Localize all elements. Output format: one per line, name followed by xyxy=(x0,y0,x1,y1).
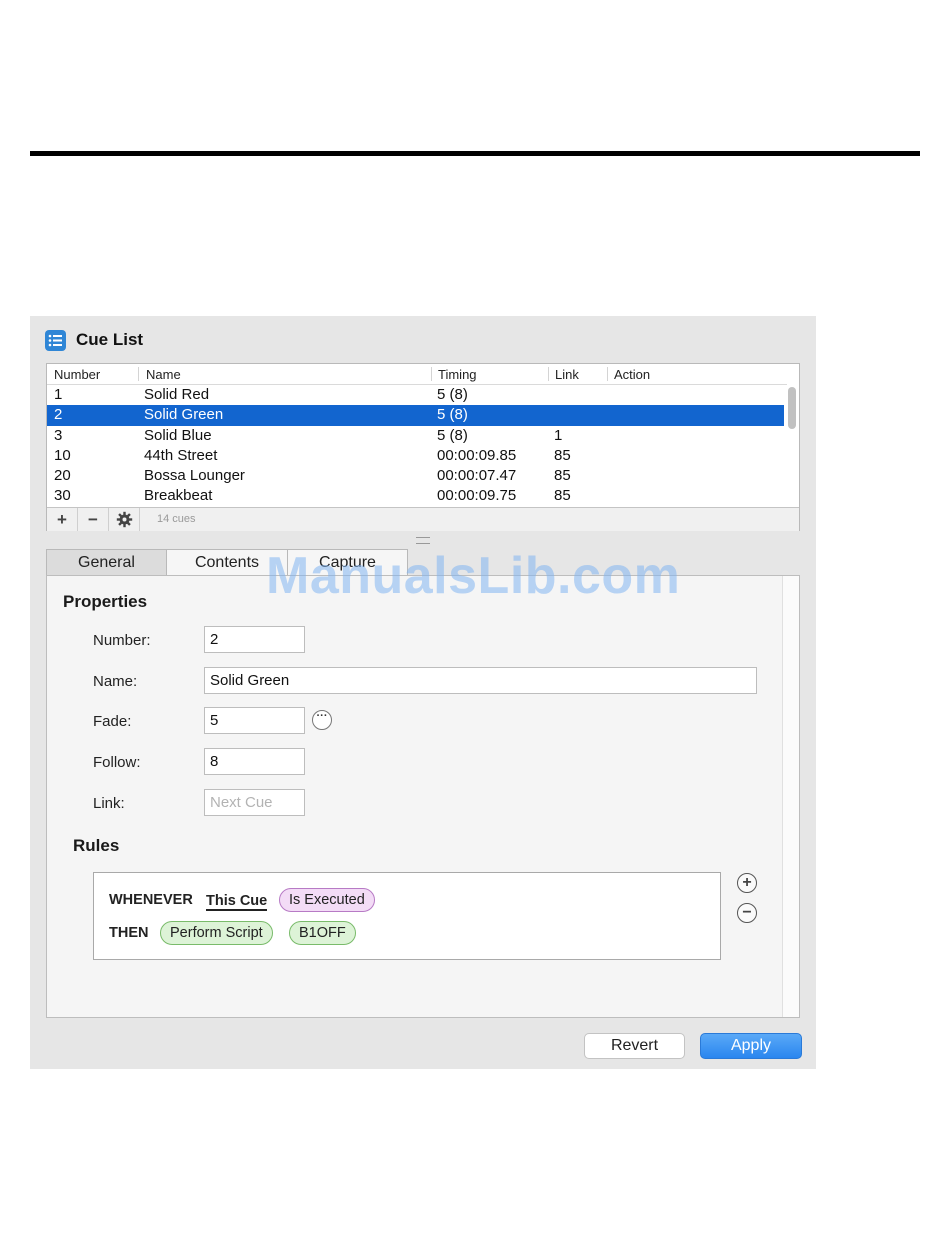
column-header-link[interactable]: Link xyxy=(555,367,579,382)
cell-number: 1 xyxy=(54,386,63,403)
table-row[interactable]: 10 44th Street 00:00:09.85 85 xyxy=(47,446,784,466)
column-header-timing[interactable]: Timing xyxy=(438,367,477,382)
cell-number: 2 xyxy=(54,406,63,424)
fade-label: Fade: xyxy=(93,713,132,730)
cue-table[interactable]: Number Name Timing Link Action 1 Solid R… xyxy=(46,363,800,531)
split-view-handle[interactable] xyxy=(416,537,430,544)
number-label: Number: xyxy=(93,632,151,649)
cue-count: 14 cues xyxy=(157,513,196,525)
properties-pane: Properties Number: 2 Name: Solid Green F… xyxy=(46,575,800,1018)
cell-name: Solid Blue xyxy=(144,426,212,444)
cell-name: Solid Red xyxy=(144,386,210,403)
tab-contents[interactable]: Contents xyxy=(166,549,288,576)
then-keyword: THEN xyxy=(109,925,149,941)
remove-cue-button[interactable]: − xyxy=(78,508,109,531)
list-icon xyxy=(45,329,66,351)
column-header-action[interactable]: Action xyxy=(614,367,650,382)
add-cue-button[interactable]: + xyxy=(47,508,78,531)
cell-timing: 00:00:09.75 xyxy=(437,487,517,505)
column-header-name[interactable]: Name xyxy=(146,367,181,382)
cue-list-panel: Cue List Number Name Timing Link Action … xyxy=(30,316,816,1069)
cell-number: 10 xyxy=(54,446,71,464)
cell-timing: 5 (8) xyxy=(437,386,468,403)
link-label: Link: xyxy=(93,795,125,812)
table-footer: + − 14 cues xyxy=(47,507,799,531)
table-body: 1 Solid Red 5 (8) 2 Solid Green 5 (8) 3 … xyxy=(47,385,784,507)
panel-header: Cue List xyxy=(45,328,143,352)
column-divider xyxy=(548,367,549,381)
cell-number: 30 xyxy=(54,487,71,505)
rule-subject[interactable]: This Cue xyxy=(206,893,268,911)
table-row[interactable]: 3 Solid Blue 5 (8) 1 xyxy=(47,426,784,446)
panel-title: Cue List xyxy=(76,330,144,349)
revert-button[interactable]: Revert xyxy=(584,1033,685,1059)
cell-name: 44th Street xyxy=(144,446,218,464)
link-field[interactable]: Next Cue xyxy=(204,789,305,816)
pane-scrollbar-track[interactable] xyxy=(782,576,799,1017)
tab-general[interactable]: General xyxy=(46,549,167,576)
name-field[interactable]: Solid Green xyxy=(204,667,757,694)
table-row[interactable]: 20 Bossa Lounger 00:00:07.47 85 xyxy=(47,466,784,486)
column-header-number[interactable]: Number xyxy=(54,367,100,382)
remove-rule-button[interactable]: − xyxy=(737,903,757,923)
cell-name: Breakbeat xyxy=(144,487,213,505)
cell-link: 85 xyxy=(554,446,571,464)
rules-heading: Rules xyxy=(73,836,120,855)
cell-link: 85 xyxy=(554,487,571,505)
cell-link: 1 xyxy=(554,426,563,444)
cell-link: 85 xyxy=(554,467,571,485)
table-header: Number Name Timing Link Action xyxy=(47,364,787,385)
gear-icon[interactable] xyxy=(109,508,140,531)
script-pill[interactable]: B1OFF xyxy=(289,921,356,945)
cell-timing: 5 (8) xyxy=(437,406,468,424)
name-label: Name: xyxy=(93,673,138,690)
action-pill[interactable]: Perform Script xyxy=(160,921,273,945)
cell-timing: 00:00:09.85 xyxy=(437,446,517,464)
cell-timing: 00:00:07.47 xyxy=(437,467,517,485)
column-divider xyxy=(138,367,139,381)
table-row-selected[interactable]: 2 Solid Green 5 (8) xyxy=(47,405,784,426)
cell-number: 20 xyxy=(54,467,71,485)
column-divider xyxy=(607,367,608,381)
cell-name: Bossa Lounger xyxy=(144,467,245,485)
more-options-icon[interactable]: ··· xyxy=(312,710,332,730)
column-divider xyxy=(431,367,432,381)
properties-heading: Properties xyxy=(63,592,148,611)
follow-label: Follow: xyxy=(93,754,141,771)
table-scrollbar[interactable] xyxy=(788,387,796,429)
rules-box: WHENEVER This Cue Is Executed THEN Perfo… xyxy=(93,872,721,960)
table-row[interactable]: 30 Breakbeat 00:00:09.75 85 xyxy=(47,486,784,506)
follow-field[interactable]: 8 xyxy=(204,748,305,775)
add-rule-button[interactable]: + xyxy=(737,873,757,893)
cell-name: Solid Green xyxy=(144,406,224,424)
whenever-keyword: WHENEVER xyxy=(109,892,193,908)
number-field[interactable]: 2 xyxy=(204,626,305,653)
table-row[interactable]: 1 Solid Red 5 (8) xyxy=(47,385,784,405)
fade-field[interactable]: 5 xyxy=(204,707,305,734)
cell-timing: 5 (8) xyxy=(437,426,468,444)
tab-capture[interactable]: Capture xyxy=(287,549,408,576)
horizontal-rule xyxy=(30,151,920,156)
cell-number: 3 xyxy=(54,426,63,444)
apply-button[interactable]: Apply xyxy=(700,1033,802,1059)
condition-pill[interactable]: Is Executed xyxy=(279,888,375,912)
